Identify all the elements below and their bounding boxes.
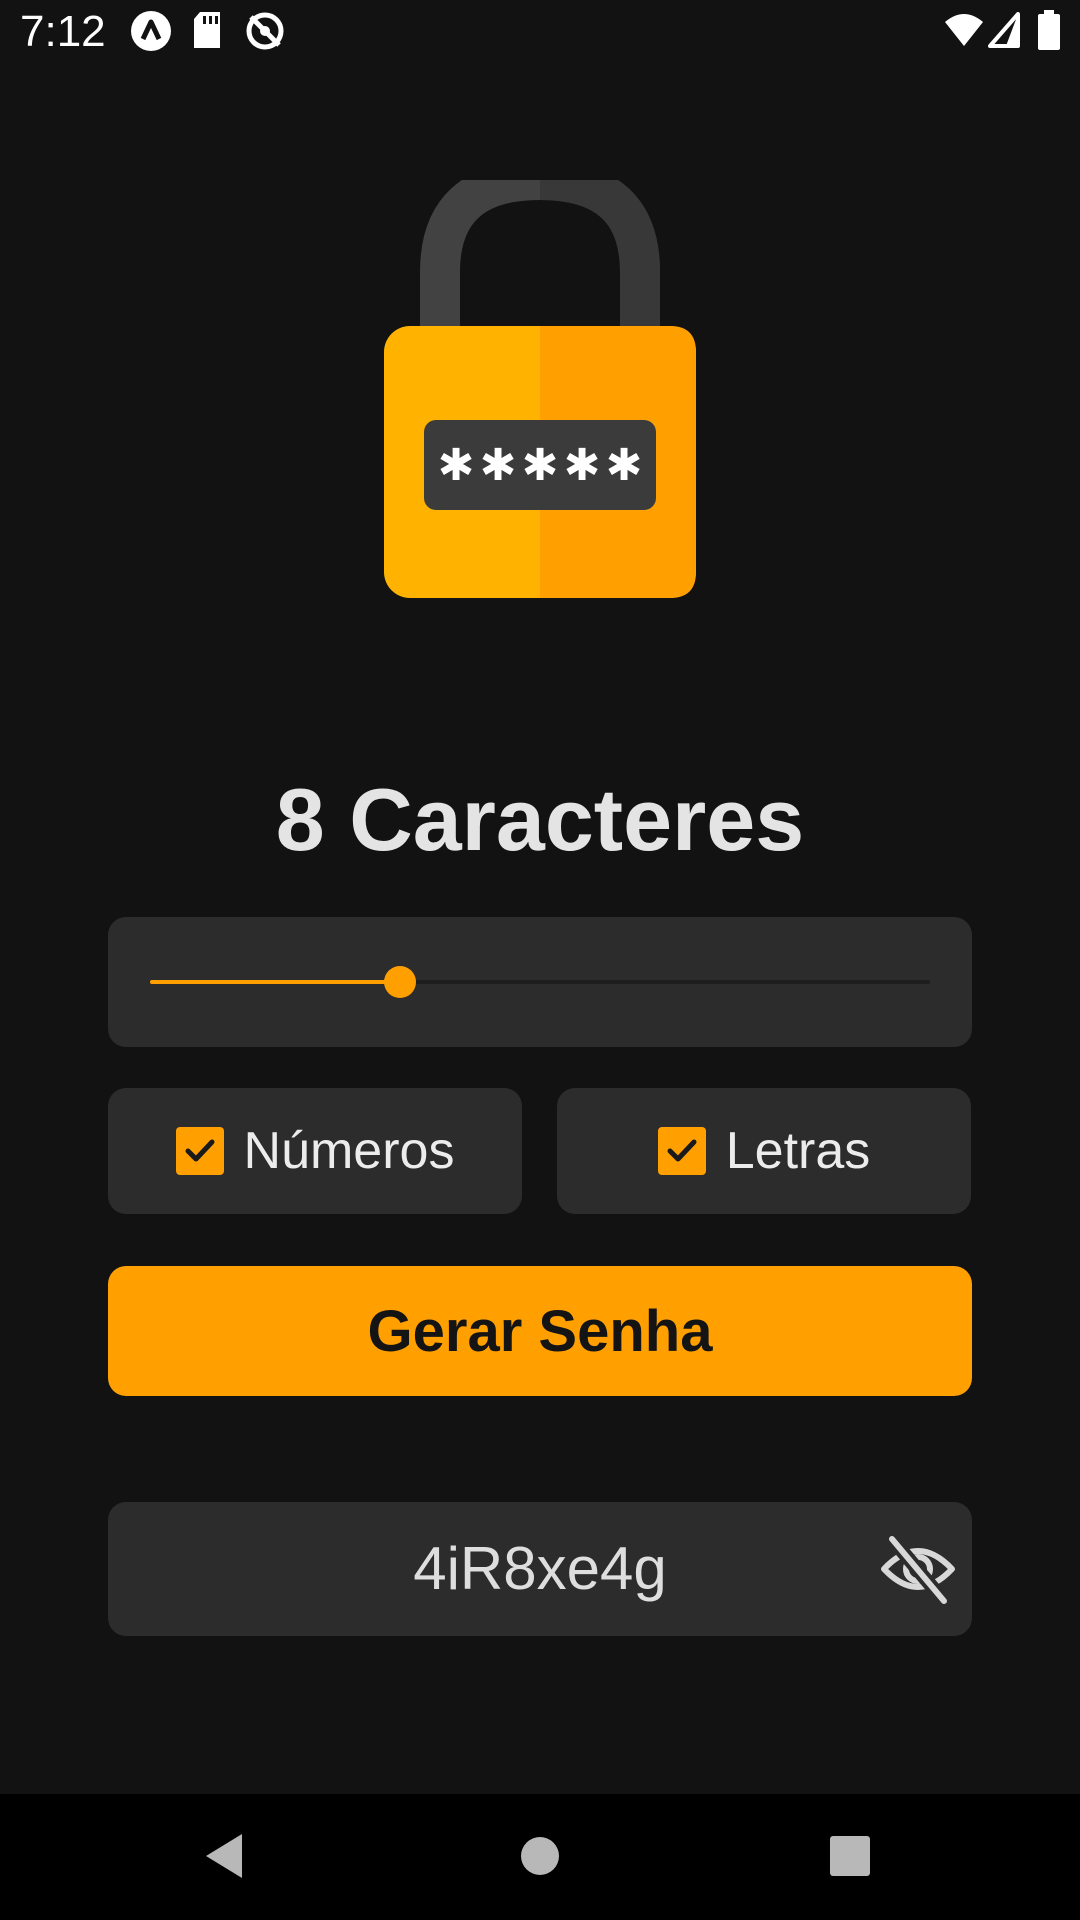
svg-text:✱: ✱ bbox=[606, 440, 643, 491]
home-icon[interactable] bbox=[508, 1824, 572, 1888]
app-screen: 7:12 ✱ ✱ ✱ ✱ ✱ 8 Caracteres Números Letr… bbox=[0, 0, 1080, 1920]
slider-fill bbox=[150, 980, 400, 984]
svg-text:✱: ✱ bbox=[522, 440, 559, 491]
checkmark-icon bbox=[185, 1139, 215, 1162]
battery-icon bbox=[1038, 10, 1060, 55]
length-slider[interactable] bbox=[150, 966, 930, 998]
slider-thumb[interactable] bbox=[383, 966, 416, 998]
svg-text:✱: ✱ bbox=[438, 440, 475, 491]
numbers-label: Números bbox=[243, 1122, 455, 1180]
numbers-checkbox[interactable] bbox=[175, 1127, 224, 1175]
numbers-option[interactable]: Números bbox=[108, 1088, 522, 1214]
signal-icon bbox=[988, 12, 1020, 53]
generate-password-button[interactable]: Gerar Senha bbox=[108, 1266, 972, 1396]
wifi-icon bbox=[944, 12, 984, 53]
status-time: 7:12 bbox=[20, 7, 106, 56]
padlock-password-icon: ✱ ✱ ✱ ✱ ✱ bbox=[384, 159, 696, 600]
generated-password[interactable]: 4iR8xe4g bbox=[108, 1502, 972, 1636]
checkmark-icon bbox=[667, 1139, 697, 1162]
length-title: 8 Caracteres bbox=[275, 770, 805, 869]
app-a-icon bbox=[130, 10, 172, 57]
letters-option[interactable]: Letras bbox=[557, 1088, 971, 1214]
back-icon[interactable] bbox=[194, 1824, 258, 1888]
svg-text:✱: ✱ bbox=[564, 440, 601, 491]
navigation-bar bbox=[0, 1794, 1080, 1920]
eye-off-icon[interactable] bbox=[878, 1529, 958, 1609]
svg-text:✱: ✱ bbox=[480, 440, 517, 491]
password-output: 4iR8xe4g bbox=[108, 1502, 972, 1636]
letters-checkbox[interactable] bbox=[657, 1127, 706, 1175]
letters-label: Letras bbox=[725, 1122, 871, 1180]
length-slider-card bbox=[108, 917, 972, 1047]
sync-off-icon bbox=[244, 10, 286, 57]
sd-card-icon bbox=[192, 10, 222, 55]
status-bar: 7:12 bbox=[0, 0, 1080, 64]
recents-icon[interactable] bbox=[818, 1824, 882, 1888]
